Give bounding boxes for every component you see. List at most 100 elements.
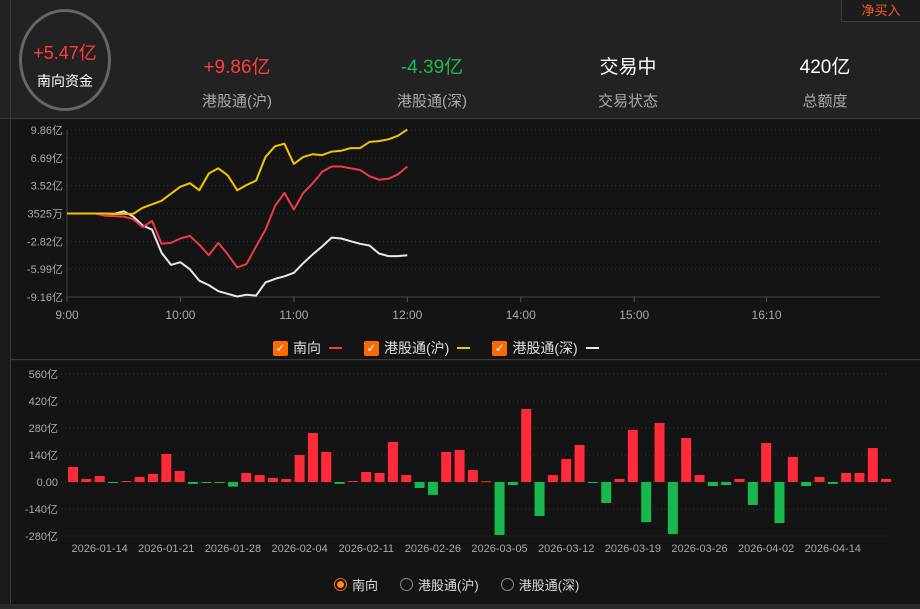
x-tick-label: 2026-04-14 [805,543,861,555]
stat-quota: 420亿 总额度 [745,52,905,111]
bar [561,459,572,482]
legend-sh[interactable]: ✓ 港股通(沪) [364,338,471,358]
bar [187,482,198,484]
y-tick-label: 280亿 [29,422,58,435]
y-tick-label: 3.52亿 [31,180,63,193]
bottom-scrollbar[interactable] [0,604,920,609]
bar [227,482,238,487]
bar [747,482,758,505]
bar [694,475,705,482]
radio-selected-icon[interactable] [334,578,347,591]
bar [774,482,785,524]
x-tick-label: 11:00 [279,308,308,322]
radio-icon[interactable] [500,578,514,591]
bar [574,444,585,482]
bar [814,476,825,482]
x-tick-label: 2026-03-12 [538,543,594,555]
x-tick-label: 2026-01-14 [72,543,128,555]
radio-southbound[interactable]: 南向 [334,575,378,594]
y-tick-label: -140亿 [25,503,58,516]
bar [134,476,145,482]
y-tick-label: 560亿 [29,368,58,381]
x-tick-label: 2026-03-05 [471,543,527,555]
legend-swatch [329,347,342,349]
checkbox-checked-icon[interactable]: ✓ [364,340,379,356]
bar [81,478,92,482]
bar [507,482,518,486]
bar [467,470,478,482]
bar [441,451,452,482]
stat-status: 交易中 交易状态 [548,52,708,111]
checkbox-checked-icon[interactable]: ✓ [273,340,288,356]
stat-label: 总额度 [802,93,848,110]
x-tick-label: 2026-02-04 [271,543,327,555]
x-tick-label: 2026-01-28 [205,543,261,555]
left-border [10,0,11,609]
legend-southbound[interactable]: ✓ 南向 [273,338,342,358]
bar [841,472,852,482]
x-tick-label: 2026-03-19 [605,543,661,555]
y-tick-label: 3525万 [28,209,63,221]
legend-swatch [457,347,471,349]
x-tick-label: 14:00 [506,308,536,322]
bar [267,477,278,482]
bar [654,422,665,482]
y-tick-label: 6.69亿 [31,152,63,165]
bar [174,471,185,482]
bar [94,476,105,482]
bar [214,482,225,483]
bar [307,433,318,482]
net-buy-button[interactable]: 净买入 [841,0,920,22]
x-tick-label: 2026-02-26 [405,543,461,555]
summary-header: 净买入 +5.47亿 南向资金 +9.86亿 港股通(沪) -4.39亿 港股通(深… [0,0,920,119]
bar [294,455,305,482]
bar [334,482,345,484]
bar [787,456,798,482]
bar [734,478,745,482]
x-tick-label: 12:00 [392,308,422,322]
stat-label: 交易状态 [597,93,658,110]
bar [374,472,385,482]
line-chart-svg: 9.86亿 6.69亿 3.52亿 3525万 -2.82亿 -5.99亿 -9.16亿 9:… [27,124,880,322]
southbound-total-label: 南向资金 [37,73,93,89]
daily-bar-chart: 560亿 420亿 280亿 140亿 0.00 -140亿 -280亿 2026-01-14… [11,361,920,604]
x-tick-label: 2026-02-11 [339,543,394,555]
bar [854,472,865,482]
legend-sz[interactable]: ✓ 港股通(深) [492,338,599,358]
stat-value: 交易中 [599,57,657,78]
bar [494,482,505,536]
checkbox-checked-icon[interactable]: ✓ [492,340,508,356]
stat-value: +9.86亿 [203,57,271,78]
bar [347,481,358,483]
x-tick-label: 10:00 [165,308,195,322]
bar [201,482,212,483]
southbound-total-circle: +5.47亿 南向资金 [19,9,111,111]
x-tick-label: 15:00 [619,308,649,322]
legend-label: 港股通(深) [512,340,578,356]
y-tick-label: 0.00 [37,477,58,489]
y-tick-label: 140亿 [29,449,58,462]
bar [321,451,332,482]
radio-sh[interactable]: 港股通(沪) [400,575,479,594]
series-line-0 [67,165,408,269]
bar [627,429,638,482]
bar [361,471,372,482]
series-line-2 [67,210,408,298]
bar [121,481,132,483]
bar [601,482,612,504]
legend-swatch [585,347,599,349]
radio-icon[interactable] [400,578,414,591]
bar-chart-svg: 560亿 420亿 280亿 140亿 0.00 -140亿 -280亿 2026-01-14… [25,368,892,555]
bar [681,438,692,482]
y-tick-label: -2.82亿 [27,235,63,248]
stat-value: -4.39亿 [400,57,464,78]
bar-legend: 南向 港股通(沪) 港股通(深) [334,575,579,594]
stat-label: 港股通(深) [397,93,467,110]
bar [107,482,118,483]
bar [614,478,625,482]
x-tick-label: 2026-03-26 [671,543,727,555]
bar [147,473,158,482]
bar [254,475,265,482]
southbound-total-value: +5.47亿 [33,43,97,63]
radio-sz[interactable]: 港股通(深) [500,575,579,594]
